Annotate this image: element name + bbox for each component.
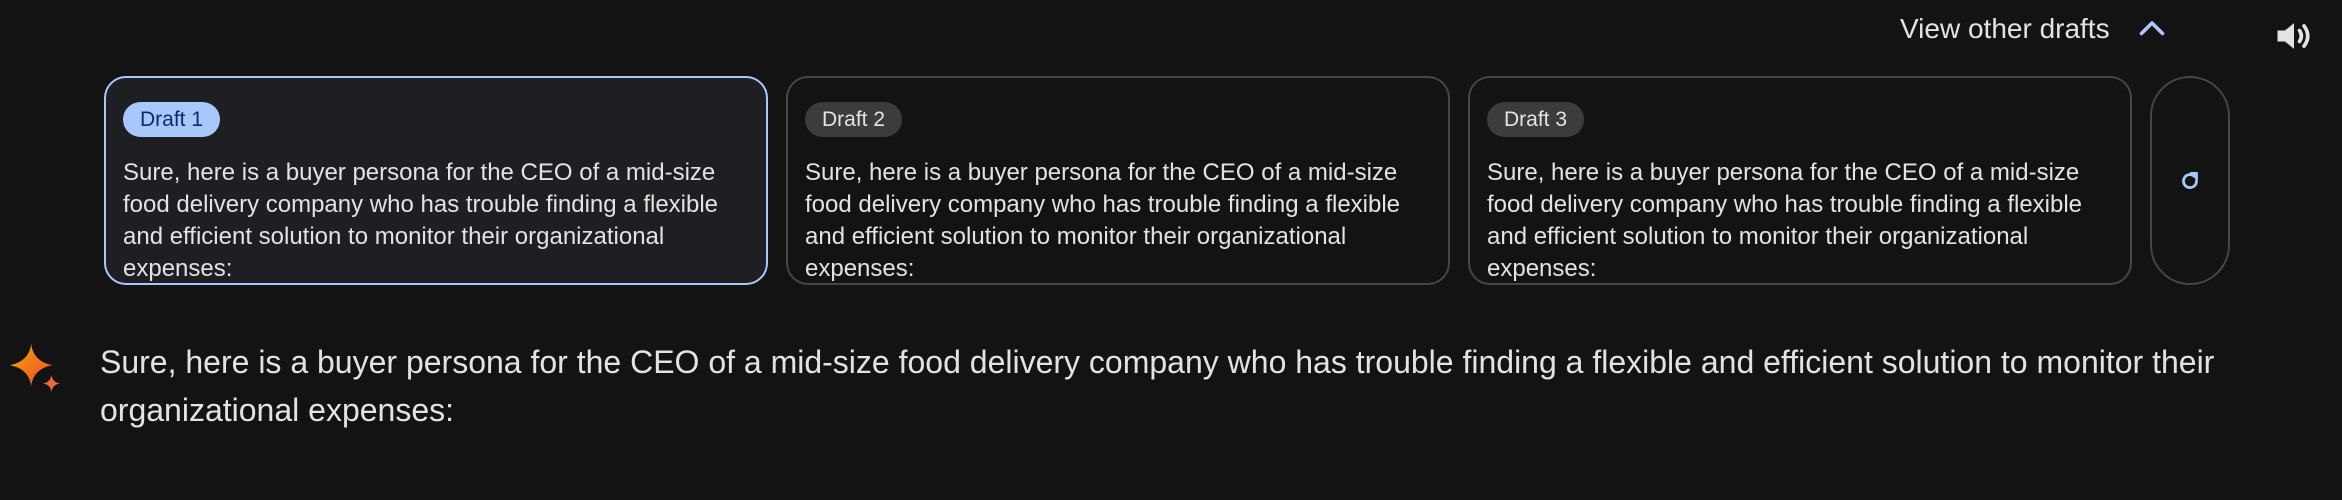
draft-badge: Draft 1: [123, 102, 221, 137]
speaker-icon[interactable]: [2272, 14, 2316, 58]
chevron-up-icon[interactable]: [2134, 11, 2170, 47]
draft-badge: Draft 3: [1487, 102, 1585, 137]
response-text: Sure, here is a buyer persona for the CE…: [100, 344, 2215, 428]
draft-preview-text: Sure, here is a buyer persona for the CE…: [1487, 159, 2083, 282]
draft-card-1[interactable]: Draft 1 Sure, here is a buyer persona fo…: [104, 76, 768, 285]
view-drafts-toggle[interactable]: View other drafts: [1900, 8, 2170, 50]
regenerate-drafts-button[interactable]: [2150, 76, 2230, 285]
draft-card-3[interactable]: Draft 3 Sure, here is a buyer persona fo…: [1468, 76, 2132, 285]
draft-badge: Draft 2: [805, 102, 903, 137]
draft-preview-text: Sure, here is a buyer persona for the CE…: [805, 159, 1401, 282]
draft-preview-text: Sure, here is a buyer persona for the CE…: [123, 159, 719, 282]
view-drafts-label: View other drafts: [1900, 13, 2110, 44]
draft-card-2[interactable]: Draft 2 Sure, here is a buyer persona fo…: [786, 76, 1450, 285]
drafts-row: Draft 1 Sure, here is a buyer persona fo…: [104, 76, 2230, 285]
sparkle-icon: [9, 343, 61, 393]
refresh-icon: [2182, 171, 2198, 189]
